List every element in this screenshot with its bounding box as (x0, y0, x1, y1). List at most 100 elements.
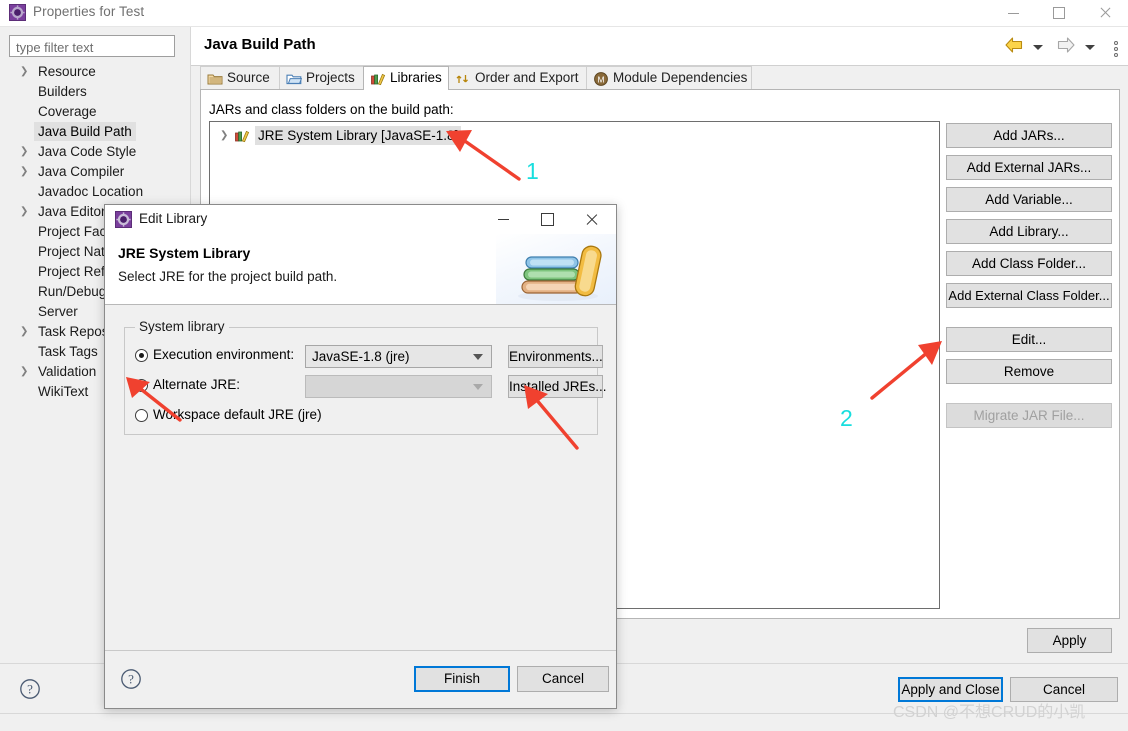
search-input[interactable]: type filter text (9, 35, 175, 57)
sidebar-item-resource[interactable]: ❯ Resource (8, 62, 184, 82)
edit-button[interactable]: Edit... (946, 327, 1112, 352)
tab-projects[interactable]: Projects (279, 66, 364, 90)
migrate-jar-file-button: Migrate JAR File... (946, 403, 1112, 428)
sidebar-item-label: Resource (38, 64, 96, 79)
back-arrow-icon[interactable] (1004, 36, 1024, 59)
sidebar-item-label: Builders (38, 84, 87, 99)
page-title: Java Build Path (204, 36, 316, 53)
annotation-number-1: 1 (526, 158, 539, 184)
sidebar-item-label: Java Editor (38, 204, 106, 219)
libraries-books-icon (234, 128, 251, 144)
watermark-text: CSDN @不想CRUD的小凯 (893, 704, 1086, 721)
tab-label: Source (227, 70, 270, 85)
installed-jres-button[interactable]: Installed JREs... (508, 375, 607, 398)
window-minimize-button[interactable] (990, 0, 1036, 26)
dialog-header: JRE System Library Select JRE for the pr… (105, 234, 616, 305)
tab-module-dependencies[interactable]: M Module Dependencies (586, 66, 752, 90)
sidebar-item-java-build-path[interactable]: Java Build Path (8, 122, 184, 142)
window-title: Properties for Test (33, 4, 145, 19)
sidebar-item-label: Javadoc Location (38, 184, 144, 199)
help-question-icon[interactable]: ? (19, 678, 41, 700)
eclipse-icon (9, 4, 26, 21)
sidebar-item-label: Task Tags (38, 344, 98, 359)
environments-button[interactable]: Environments... (508, 345, 603, 368)
forward-arrow-icon[interactable] (1056, 36, 1076, 59)
chevron-right-icon[interactable]: ❯ (20, 142, 28, 162)
sidebar-item-label: Coverage (38, 104, 97, 119)
sidebar-item-java-compiler[interactable]: ❯ Java Compiler (8, 162, 184, 182)
help-question-icon[interactable]: ? (120, 668, 142, 690)
add-class-folder-button[interactable]: Add Class Folder... (946, 251, 1112, 276)
sidebar-item-label: Server (38, 304, 78, 319)
sidebar-item-builders[interactable]: Builders (8, 82, 184, 102)
finish-button[interactable]: Finish (414, 666, 510, 692)
tab-source[interactable]: Source (200, 66, 280, 90)
radio-button-icon[interactable] (135, 349, 148, 362)
add-external-jars-button[interactable]: Add External JARs... (946, 155, 1112, 180)
add-jars-button[interactable]: Add JARs... (946, 123, 1112, 148)
annotation-number-2: 2 (840, 405, 853, 431)
sidebar-item-label: Validation (38, 364, 97, 379)
sidebar-item-label: WikiText (38, 384, 89, 399)
forward-dropdown-chevron-down-icon[interactable] (1084, 45, 1095, 50)
chevron-right-icon[interactable]: ❯ (20, 202, 28, 222)
dialog-title: Edit Library (139, 211, 208, 226)
properties-dialog-window: Properties for Test type filter text ❯ R… (0, 0, 1128, 731)
sidebar-item-label: Java Code Style (38, 144, 137, 159)
svg-text:?: ? (27, 681, 33, 696)
radio-label: Execution environment: (153, 347, 295, 362)
dialog-close-button[interactable] (569, 205, 613, 234)
tab-label: Projects (306, 70, 355, 85)
tab-order-and-export[interactable]: Order and Export (448, 66, 587, 90)
chevron-down-icon[interactable] (473, 354, 483, 360)
window-maximize-button[interactable] (1036, 0, 1082, 26)
radio-label: Workspace default JRE (jre) (153, 407, 322, 422)
navigation-buttons (1004, 36, 1118, 58)
chevron-right-icon[interactable]: ❯ (20, 322, 28, 342)
module-icon: M (593, 71, 609, 87)
window-close-button[interactable] (1082, 0, 1128, 26)
sidebar-item-java-code-style[interactable]: ❯ Java Code Style (8, 142, 184, 162)
chevron-right-icon[interactable]: ❯ (20, 62, 28, 82)
tab-libraries[interactable]: Libraries (363, 66, 449, 90)
books-stack-illustration (496, 234, 616, 304)
chevron-right-icon[interactable]: ❯ (20, 362, 28, 382)
svg-text:M: M (597, 75, 604, 85)
dialog-body: System library Execution environment: Ja… (105, 305, 616, 651)
dialog-titlebar: Edit Library (105, 205, 616, 234)
sidebar-item-label: Java Build Path (34, 122, 136, 141)
remove-button[interactable]: Remove (946, 359, 1112, 384)
execution-environment-combo[interactable]: JavaSE-1.8 (jre) (305, 345, 492, 368)
chevron-down-icon (473, 384, 483, 390)
dialog-maximize-button[interactable] (525, 205, 569, 234)
chevron-right-icon[interactable]: ❯ (220, 126, 228, 146)
add-library-button[interactable]: Add Library... (946, 219, 1112, 244)
add-variable-button[interactable]: Add Variable... (946, 187, 1112, 212)
tab-label: Order and Export (475, 70, 579, 85)
window-titlebar: Properties for Test (0, 0, 1128, 27)
dialog-cancel-button[interactable]: Cancel (517, 666, 609, 692)
execution-environment-value: JavaSE-1.8 (jre) (312, 349, 410, 364)
tab-label: Module Dependencies (613, 70, 748, 85)
content-header: Java Build Path (191, 27, 1128, 66)
sidebar-item-javadoc-location[interactable]: Javadoc Location (8, 182, 184, 202)
projects-folder-icon (286, 71, 303, 87)
add-external-class-folder-button[interactable]: Add External Class Folder... (946, 283, 1112, 308)
list-item[interactable]: ❯ JRE System Library [JavaSE-1.8] (214, 126, 939, 146)
list-item-label: JRE System Library [JavaSE-1.8] (255, 126, 462, 145)
radio-button-icon[interactable] (135, 409, 148, 422)
system-library-group: System library Execution environment: Ja… (124, 319, 607, 435)
edit-library-dialog: Edit Library JRE System Library Select J… (104, 204, 617, 709)
sidebar-item-label: Java Compiler (38, 164, 125, 179)
apply-button[interactable]: Apply (1027, 628, 1112, 653)
system-library-group-legend: System library (135, 319, 229, 334)
build-path-tabs: Source Projects Libraries Order and Expo… (200, 66, 1120, 90)
chevron-right-icon[interactable]: ❯ (20, 162, 28, 182)
dialog-minimize-button[interactable] (481, 205, 525, 234)
back-dropdown-chevron-down-icon[interactable] (1032, 45, 1043, 50)
dialog-footer: ? Finish Cancel (105, 650, 616, 708)
sidebar-item-coverage[interactable]: Coverage (8, 102, 184, 122)
vertical-dots-icon[interactable] (1114, 39, 1118, 57)
svg-text:?: ? (128, 671, 134, 686)
radio-button-icon[interactable] (135, 379, 148, 392)
